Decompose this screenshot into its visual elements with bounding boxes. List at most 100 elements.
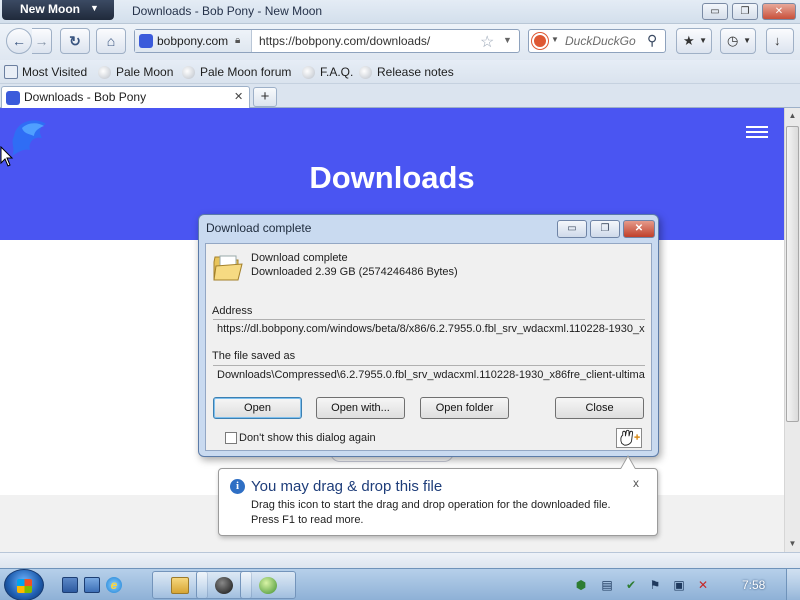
dialog-minimize-button[interactable]: ▭ [557, 220, 587, 238]
minimize-button[interactable]: ▭ [702, 3, 728, 20]
bookmark-label: Release notes [377, 65, 454, 79]
open-folder-icon [213, 255, 243, 281]
folder-icon [171, 577, 189, 594]
close-window-button[interactable]: ✕ [762, 3, 796, 20]
tooltip-text: Drag this icon to start the drag and dro… [251, 499, 611, 511]
vertical-scrollbar[interactable]: ▲ ▼ [784, 108, 800, 552]
moon-icon [98, 66, 111, 79]
search-icon[interactable]: ⚲ [647, 32, 657, 49]
bookmark-release-notes[interactable]: Release notes [359, 65, 454, 79]
site-favicon-icon [6, 91, 20, 105]
info-icon: i [230, 479, 245, 494]
moon-icon [302, 66, 315, 79]
bookmark-label: Pale Moon [116, 65, 174, 79]
browser-icon [259, 577, 277, 594]
tooltip-pointer-fill [621, 457, 635, 469]
download-complete-dialog: Download complete ▭ ❐ ✕ Download complet… [198, 214, 659, 457]
action-center-flag-icon[interactable]: ⚑ [648, 578, 662, 592]
scroll-down-icon[interactable]: ▼ [785, 536, 800, 552]
address-field[interactable]: https://dl.bobpony.com/windows/beta/8/x8… [213, 319, 645, 339]
maximize-button[interactable]: ❐ [732, 3, 758, 20]
windows-logo-icon [17, 579, 32, 593]
network-icon[interactable]: ▣ [672, 578, 686, 592]
internet-explorer-icon[interactable]: e [106, 577, 122, 593]
hamburger-menu-icon[interactable] [746, 126, 768, 138]
media-player-icon [215, 577, 233, 594]
address-label: Address [212, 305, 253, 317]
dialog-title: Download complete [206, 221, 312, 235]
open-folder-button[interactable]: Open folder [420, 397, 509, 419]
mouse-cursor-icon [0, 146, 14, 167]
checkbox-box[interactable] [225, 432, 237, 444]
history-menu-button[interactable]: ◷ ▼ [720, 28, 756, 54]
bookmarks-icon: ★ [683, 33, 695, 48]
scrollbar-thumb[interactable] [786, 126, 799, 422]
dont-show-again-checkbox[interactable]: Don't show this dialog again [225, 432, 376, 444]
bookmark-faq[interactable]: F.A.Q. [302, 65, 353, 79]
dialog-maximize-button[interactable]: ❐ [590, 220, 620, 238]
reload-button[interactable]: ↻ [60, 28, 90, 54]
site-identity-label: bobpony.com [157, 34, 229, 48]
site-favicon-icon [139, 34, 153, 48]
taskbar-browser-button[interactable] [240, 571, 296, 599]
chevron-down-icon: ▼ [90, 3, 99, 13]
site-identity-button[interactable]: bobpony.com 🔒︎ [135, 30, 252, 52]
dont-show-again-label: Don't show this dialog again [239, 432, 376, 444]
drag-drop-icon[interactable] [616, 428, 642, 448]
bookmark-star-icon[interactable]: ☆ [480, 32, 494, 52]
home-button[interactable]: ⌂ [96, 28, 126, 54]
dialog-body: Download complete Downloaded 2.39 GB (25… [205, 243, 652, 451]
bookmarks-toolbar: Most Visited Pale Moon Pale Moon forum F… [0, 60, 800, 84]
back-button[interactable]: ← [6, 28, 32, 54]
start-button[interactable] [4, 569, 44, 600]
new-tab-button[interactable]: + [253, 87, 277, 107]
navigation-toolbar: ← → ↻ ⌂ bobpony.com 🔒︎ https://bobpony.c… [0, 24, 800, 60]
open-with-button[interactable]: Open with... [316, 397, 405, 419]
bookmark-pale-moon-forum[interactable]: Pale Moon forum [182, 65, 291, 79]
volume-muted-icon[interactable]: ✕ [696, 578, 710, 592]
bookmark-label: Most Visited [22, 65, 88, 79]
moon-icon [182, 66, 195, 79]
search-engine-dropdown-icon[interactable]: ▼ [551, 35, 559, 44]
status-bar [0, 552, 800, 568]
taskbar: e ⬢ ▤ ✔ ⚑ ▣ ✕ 7:58 [0, 568, 800, 600]
tooltip-title: You may drag & drop this file [251, 478, 443, 495]
show-desktop-quicklaunch-icon[interactable] [62, 577, 78, 593]
duckduckgo-icon[interactable] [532, 33, 548, 49]
tab-title: Downloads - Bob Pony [24, 90, 147, 104]
title-bar: New Moon ▼ Downloads - Bob Pony - New Mo… [0, 0, 800, 24]
app-menu-button[interactable]: New Moon ▼ [2, 0, 114, 20]
url-bar[interactable]: bobpony.com 🔒︎ https://bobpony.com/downl… [134, 29, 520, 53]
bookmarks-menu-button[interactable]: ★ ▼ [676, 28, 712, 54]
url-input[interactable]: https://bobpony.com/downloads/ [259, 34, 430, 48]
download-size-text: Downloaded 2.39 GB (2574246486 Bytes) [251, 266, 458, 278]
saved-as-field[interactable]: Downloads\Compressed\6.2.7955.0.fbl_srv_… [213, 365, 645, 385]
open-button[interactable]: Open [213, 397, 302, 419]
bookmark-label: Pale Moon forum [200, 65, 292, 79]
show-desktop-button[interactable] [786, 569, 800, 600]
scroll-up-icon[interactable]: ▲ [785, 108, 800, 124]
taskbar-clock[interactable]: 7:58 [742, 578, 765, 592]
forward-button[interactable]: → [32, 28, 52, 54]
bookmark-pale-moon[interactable]: Pale Moon [98, 65, 173, 79]
search-bar[interactable]: ▼ DuckDuckGo ⚲ [528, 29, 666, 53]
search-input[interactable]: DuckDuckGo [565, 34, 636, 48]
switch-windows-icon[interactable] [84, 577, 100, 593]
saved-as-label: The file saved as [212, 350, 296, 362]
tab-downloads[interactable]: Downloads - Bob Pony ✕ [1, 86, 250, 109]
tray-document-icon[interactable]: ▤ [600, 578, 614, 592]
folder-icon [4, 65, 18, 79]
chevron-down-icon: ▼ [699, 36, 707, 45]
bookmark-most-visited[interactable]: Most Visited [4, 65, 87, 79]
dialog-close-button[interactable]: ✕ [623, 220, 655, 238]
tab-close-icon[interactable]: ✕ [234, 90, 243, 103]
downloads-button[interactable]: ↓ [766, 28, 794, 54]
chevron-down-icon: ▼ [743, 36, 751, 45]
url-dropdown-icon[interactable]: ▼ [503, 35, 512, 45]
tray-security-icon[interactable]: ✔ [624, 578, 638, 592]
tooltip-close-icon[interactable]: x [633, 476, 639, 490]
tray-network-share-icon[interactable]: ⬢ [574, 578, 588, 592]
clock-icon: ◷ [727, 33, 739, 48]
tooltip-help-text: Press F1 to read more. [251, 514, 364, 526]
close-button[interactable]: Close [555, 397, 644, 419]
